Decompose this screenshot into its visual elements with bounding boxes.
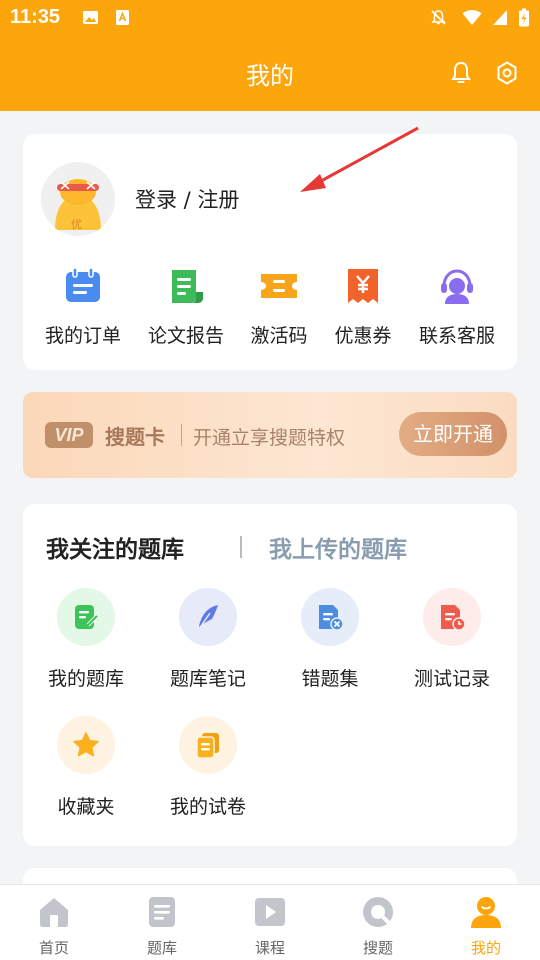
vip-divider [181,424,182,446]
avatar-illustration-icon: 优 [55,179,101,231]
library-item-my-papers[interactable]: 我的试卷 [147,716,269,819]
quick-label: 联系客服 [418,325,495,347]
library-icon-circle [57,588,115,646]
library-item-favorites[interactable]: 收藏夹 [25,716,147,819]
annotation-arrow [300,126,419,192]
quick-label: 优惠券 [334,325,392,347]
top-bar: 11:35 我的 [0,0,540,111]
test-record-icon [441,605,466,631]
library-item-test-records[interactable]: 测试记录 [391,588,513,691]
nav-profile[interactable]: 我的 [446,895,526,958]
nav-label: 搜题 [362,939,393,957]
status-bar: 11:35 [0,0,540,36]
library-item-label: 测试记录 [413,668,490,690]
nav-label: 课程 [254,939,285,957]
battery-icon [519,8,529,27]
favorites-star-icon [73,732,99,757]
library-item-label: 错题集 [301,668,359,690]
vip-card-name: 搜题卡 [105,425,165,449]
vip-description: 开通立享搜题特权 [193,427,346,449]
vip-banner[interactable]: VIP 搜题卡 开通立享搜题特权 立即开通 [23,392,517,478]
profile-icon [471,897,501,928]
nav-label: 题库 [146,939,177,957]
nav-search-questions[interactable]: 搜题 [338,895,418,958]
notification-bell-icon[interactable] [448,60,474,86]
status-time: 11:35 [10,6,61,28]
nav-courses[interactable]: 课程 [230,895,310,958]
service-icon [441,269,473,304]
quick-coupons[interactable]: 优惠券 [313,266,413,348]
login-register-link[interactable]: 登录 / 注册 [135,184,239,214]
nav-label: 我的 [470,939,501,957]
tab-uploaded-libraries[interactable]: 我上传的题库 [269,530,407,564]
library-icon-circle [57,716,115,774]
library-icon-circle [301,588,359,646]
bottom-navigation: 首页 题库 课程 搜题 我的 [0,884,540,960]
quick-label: 我的订单 [44,325,121,347]
library-icon-circle [423,588,481,646]
library-icon-circle [179,588,237,646]
nav-home[interactable]: 首页 [14,895,94,958]
wifi-icon [462,10,482,25]
library-item-notes[interactable]: 题库笔记 [147,588,269,691]
quick-label: 论文报告 [147,325,224,347]
tab-divider [240,536,242,558]
library-item-label: 题库笔记 [169,668,246,690]
question-bank-icon [149,897,175,927]
avatar[interactable]: 优 [41,162,115,236]
settings-gear-icon[interactable] [494,60,520,86]
search-question-icon [363,897,393,927]
quick-customer-service[interactable]: 联系客服 [407,266,507,348]
report-icon [172,270,203,303]
library-item-label: 我的题库 [47,668,124,690]
my-bank-icon [75,605,99,629]
mute-notifications-icon [431,10,446,25]
coupon-icon [348,269,378,303]
tab-followed-libraries[interactable]: 我关注的题库 [46,530,184,564]
quick-paper-report[interactable]: 论文报告 [136,266,236,348]
nav-label: 首页 [38,939,69,957]
my-papers-icon [196,733,219,759]
svg-text:优: 优 [71,218,82,231]
library-item-label: 收藏夹 [57,796,115,818]
library-item-label: 我的试卷 [169,796,246,818]
wrong-questions-icon [319,605,344,631]
order-icon [66,267,100,302]
signal-icon [493,10,507,25]
library-item-wrong-questions[interactable]: 错题集 [269,588,391,691]
library-item-my-bank[interactable]: 我的题库 [25,588,147,691]
home-icon [40,898,68,927]
app-notification-icon [116,10,129,25]
nav-question-bank[interactable]: 题库 [122,895,202,958]
gallery-notification-icon [83,11,98,24]
vip-activate-button[interactable]: 立即开通 [399,412,507,456]
quick-my-orders[interactable]: 我的订单 [33,266,133,348]
course-play-icon [255,898,285,926]
library-icon-circle [179,716,237,774]
vip-badge: VIP [45,422,93,448]
question-library-card: 我关注的题库 我上传的题库 我的题库 题库笔记 错题集 测试记录 收藏夹 我的试… [23,504,517,846]
code-icon [261,274,297,298]
note-feather-icon [198,605,218,630]
profile-card: 优 登录 / 注册 我的订单 论文报告 激活码 优惠券 联系客服 [23,134,517,370]
